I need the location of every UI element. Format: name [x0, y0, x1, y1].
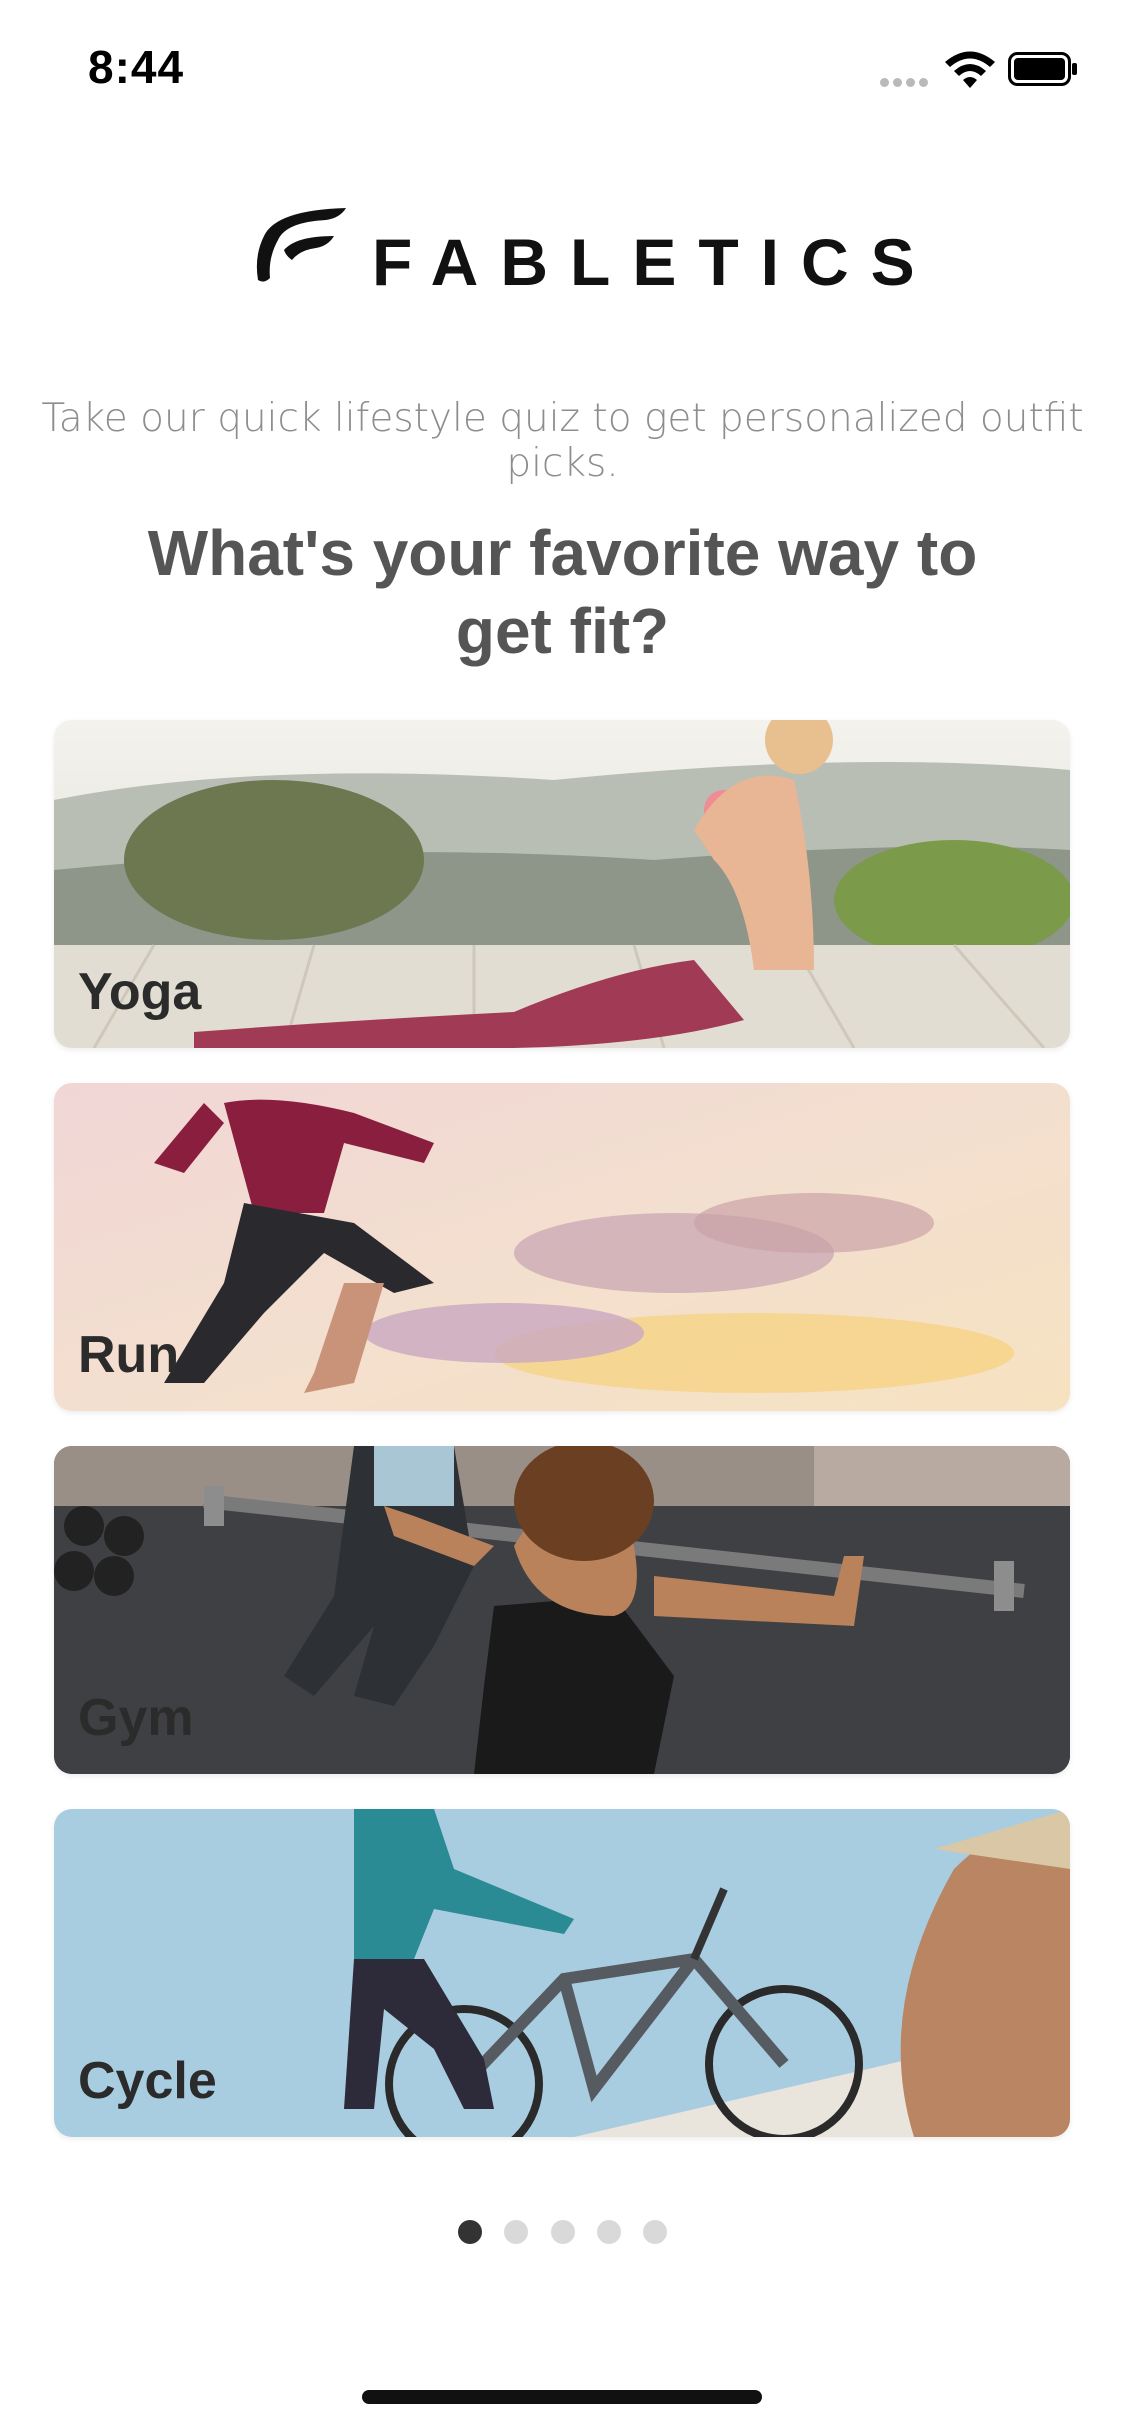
page-dot-1[interactable]: [457, 2220, 482, 2244]
page-dot-2[interactable]: [504, 2220, 529, 2244]
signal-dots-icon: [880, 74, 932, 87]
brand-name: FABLETICS: [372, 225, 937, 299]
option-card-gym[interactable]: Gym: [54, 1446, 1070, 1774]
home-indicator[interactable]: [362, 2390, 762, 2404]
quiz-question: What's your favorite way to get fit?: [147, 517, 978, 667]
battery-icon: [1008, 52, 1077, 86]
option-list: Yoga Run Gym Cycle: [54, 720, 1070, 2172]
gym-image: [54, 1446, 1070, 1774]
option-card-run[interactable]: Run: [54, 1083, 1070, 1411]
page-dot-3[interactable]: [550, 2220, 575, 2244]
page-dot-5[interactable]: [643, 2220, 668, 2244]
yoga-image: [54, 720, 1070, 1048]
option-label-run: Run: [78, 1326, 180, 1384]
page-dot-4[interactable]: [596, 2220, 621, 2244]
run-image: [54, 1083, 1070, 1411]
page-indicator: [0, 2220, 1125, 2249]
wifi-icon: [945, 51, 995, 88]
option-card-cycle[interactable]: Cycle: [54, 1809, 1070, 2137]
option-card-yoga[interactable]: Yoga: [54, 720, 1070, 1048]
option-label-yoga: Yoga: [78, 963, 202, 1021]
status-bar: 8:44: [0, 0, 1125, 140]
status-time: 8:44: [88, 41, 185, 93]
fabletics-f-mark-icon: [256, 208, 346, 282]
option-label-cycle: Cycle: [78, 2052, 217, 2110]
option-label-gym: Gym: [78, 1689, 194, 1747]
brand-logo: FABLETICS: [256, 206, 915, 299]
quiz-subtitle: Take our quick lifestyle quiz to get per…: [41, 396, 1084, 486]
